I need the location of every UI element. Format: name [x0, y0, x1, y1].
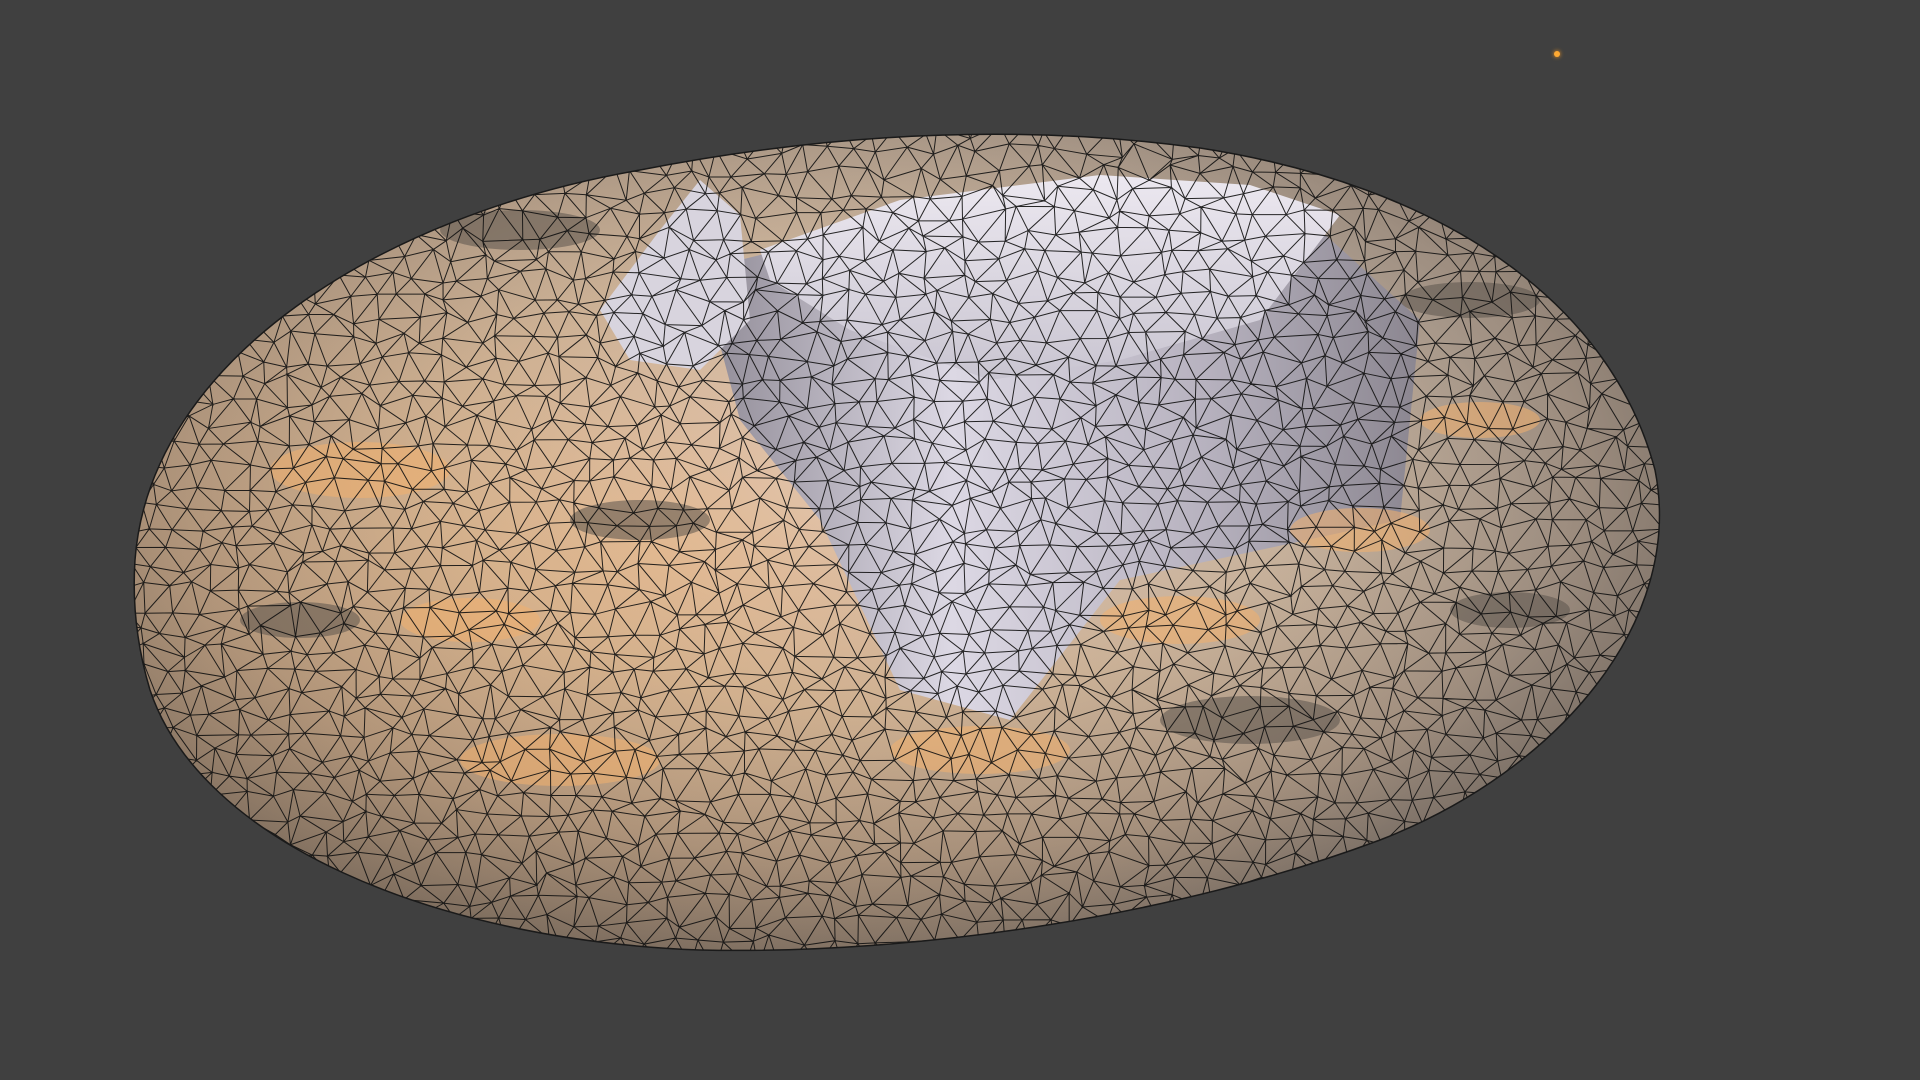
point-light-icon[interactable] — [1554, 51, 1560, 57]
terrain-mesh[interactable] — [0, 0, 1920, 1080]
3d-viewport[interactable] — [0, 0, 1920, 1080]
